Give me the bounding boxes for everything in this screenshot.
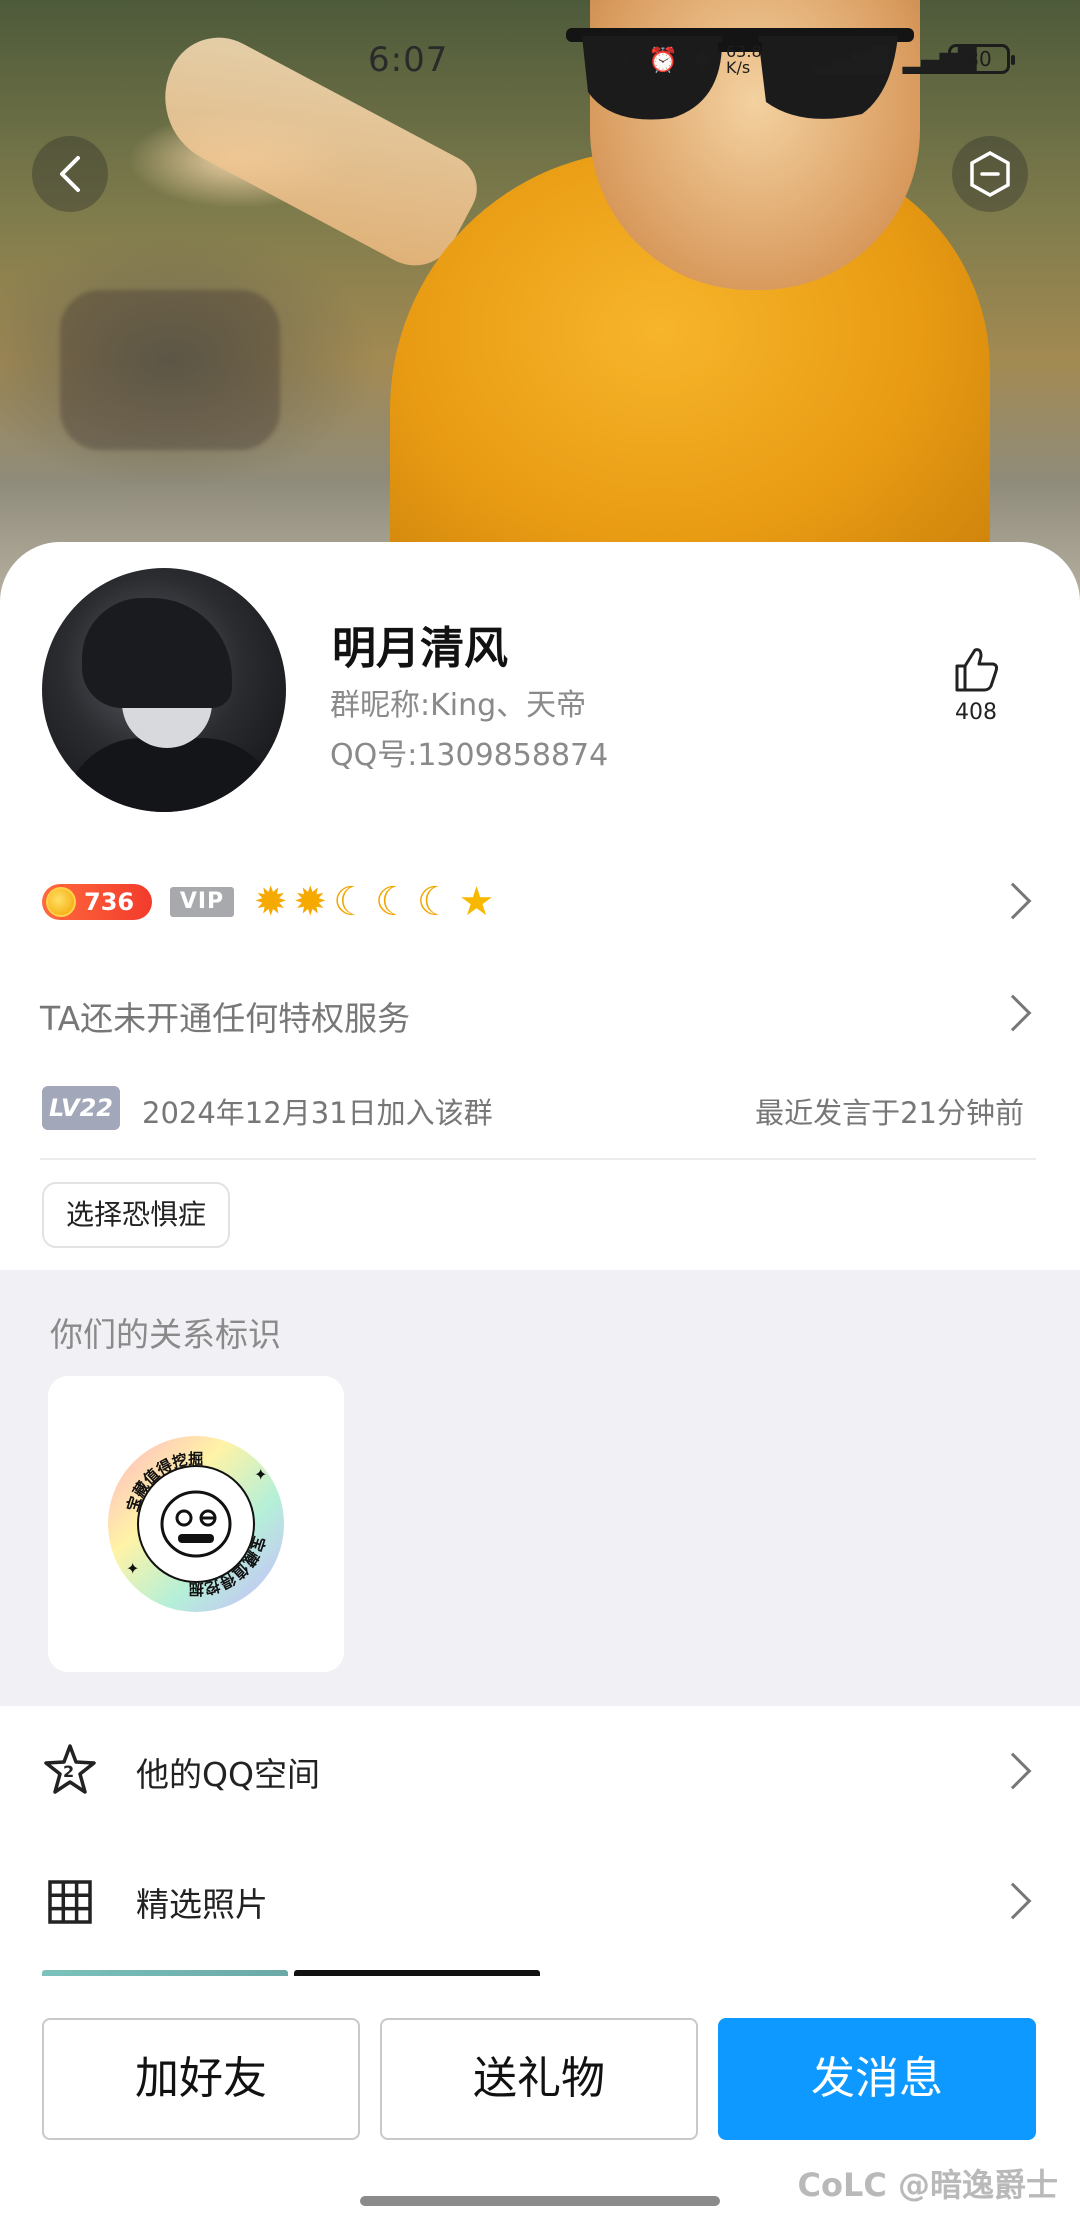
qq-number: QQ号:1309858874: [330, 738, 609, 773]
signal-icon: ▂▄▆█: [814, 45, 889, 74]
thumbs-up-icon: [955, 648, 999, 692]
group-level-tag: LV22: [42, 1086, 120, 1130]
group-nickname: 群昵称:King、天帝: [330, 688, 587, 723]
join-date: 2024年12月31日加入该群: [142, 1096, 493, 1130]
cover-photo[interactable]: [0, 0, 1080, 600]
nfc-icon: Ⓝ: [610, 48, 634, 76]
svg-text:✦: ✦: [254, 1465, 267, 1484]
star-icon: ★: [458, 879, 495, 925]
status-icons: Ⓝ ⏰ ✱ 63.8 K/s ◠ ▂▄▆█ ▂▄▆█: [610, 42, 977, 77]
last-speak-time: 最近发言于21分钟前: [755, 1096, 1024, 1130]
network-speed: 63.8 K/s: [726, 41, 762, 77]
nickname: 明月清风: [332, 623, 508, 674]
watermark: CoLC @暗逸爵士: [797, 2166, 1059, 2204]
qq-level-icons: ✹ ✹ ☾ ☾ ☾ ★: [254, 878, 494, 926]
bluetooth-icon: ✱: [691, 45, 712, 74]
svg-text:✦: ✦: [126, 1559, 139, 1578]
coin-icon: [46, 887, 76, 917]
qzone-row-label[interactable]: 他的QQ空间: [136, 1748, 320, 1796]
relation-title: 你们的关系标识: [50, 1315, 281, 1354]
divider: [40, 1158, 1036, 1160]
photos-row-label[interactable]: 精选照片: [136, 1878, 268, 1926]
like-count: 408: [955, 700, 997, 725]
send-message-button[interactable]: 发消息: [718, 2018, 1036, 2140]
vip-badge: VIP: [170, 887, 234, 917]
like-button[interactable]: [944, 644, 1008, 698]
privilege-text[interactable]: TA还未开通任何特权服务: [40, 992, 410, 1040]
grid-icon: [42, 1874, 98, 1930]
coin-badge: 736: [42, 884, 152, 920]
svg-text:2: 2: [63, 1762, 74, 1781]
chevron-left-icon: [60, 156, 80, 192]
sunglasses-graphic: [566, 28, 914, 120]
relation-badge-icon[interactable]: 宝藏值得挖掘 ✦ ✦ 宝藏值得挖掘: [106, 1434, 286, 1614]
hexagon-menu-icon: [970, 150, 1010, 198]
add-friend-button[interactable]: 加好友: [42, 2018, 360, 2140]
background-people: [60, 290, 280, 450]
sun-icon: ✹: [293, 879, 328, 925]
qzone-star-icon: 2: [42, 1742, 98, 1798]
coin-value: 736: [84, 888, 135, 916]
alarm-icon: ⏰: [648, 45, 678, 74]
moon-icon: ☾: [416, 879, 453, 925]
send-gift-button[interactable]: 送礼物: [380, 2018, 698, 2140]
more-menu-button[interactable]: [952, 136, 1028, 212]
back-button[interactable]: [32, 136, 108, 212]
sun-icon: ✹: [254, 879, 288, 925]
moon-icon: ☾: [333, 879, 369, 925]
moon-icon: ☾: [374, 879, 411, 925]
home-indicator[interactable]: [360, 2196, 720, 2206]
wifi-icon: ◠: [780, 45, 801, 74]
badges-row[interactable]: 736 VIP ✹ ✹ ☾ ☾ ☾ ★: [42, 878, 494, 926]
avatar[interactable]: [42, 568, 286, 812]
personal-tag[interactable]: 选择恐惧症: [42, 1182, 231, 1248]
status-time: 6:07: [368, 40, 449, 80]
battery-icon: 80: [948, 44, 1015, 74]
